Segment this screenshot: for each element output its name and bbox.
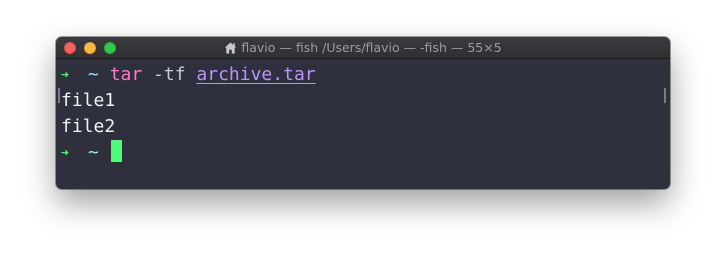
prompt-directory: ~: [88, 64, 99, 85]
terminal-content[interactable]: ➜ ~ tar -tf archive.tar file1 file2 ➜ ~: [56, 59, 670, 166]
prompt-directory: ~: [88, 142, 99, 163]
text-cursor: [110, 140, 122, 162]
home-icon: [224, 42, 237, 57]
terminal-window: flavio — fish /Users/flavio — -fish — 55…: [56, 37, 670, 189]
prompt-line[interactable]: ➜ ~: [61, 140, 670, 166]
prompt-arrow-icon: ➜: [61, 68, 69, 83]
prompt-arrow-icon: ➜: [61, 146, 69, 161]
command-flags: -tf: [153, 64, 186, 85]
window-title: flavio — fish /Users/flavio — -fish — 55…: [241, 40, 502, 55]
output-line: file1: [61, 90, 116, 111]
command-line: ➜ ~ tar -tf archive.tar: [61, 62, 670, 88]
command-argument[interactable]: archive.tar: [196, 64, 315, 85]
command-program: tar: [109, 64, 143, 85]
title-bar[interactable]: flavio — fish /Users/flavio — -fish — 55…: [56, 37, 670, 59]
window-title-container: flavio — fish /Users/flavio — -fish — 55…: [56, 40, 670, 57]
output-line: file2: [61, 116, 116, 137]
left-edge-marker: [58, 88, 60, 103]
scrollbar-thumb[interactable]: [664, 88, 666, 103]
